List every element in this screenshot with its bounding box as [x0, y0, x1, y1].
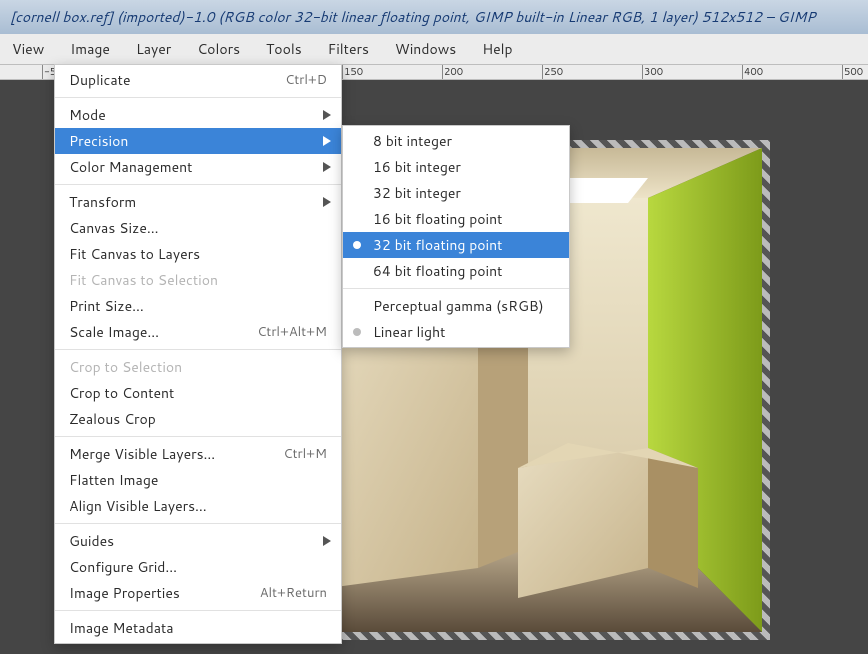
menu-crop-selection: Crop to Selection — [55, 354, 341, 380]
menu-print-size[interactable]: Print Size… — [55, 293, 341, 319]
menu-item-label: Zealous Crop — [69, 409, 327, 429]
radio-selected-icon — [353, 328, 361, 336]
submenu-arrow-icon — [323, 531, 331, 551]
menu-color-management[interactable]: Color Management — [55, 154, 341, 180]
menu-item-label: 8 bit integer — [373, 131, 555, 151]
menu-item-label: Crop to Selection — [69, 357, 327, 377]
ruler-tick-label: 300 — [644, 65, 663, 79]
menu-separator — [55, 97, 341, 98]
menu-accel: Ctrl+D — [285, 71, 327, 89]
menu-accel: Ctrl+M — [283, 445, 327, 463]
precision-perceptual[interactable]: Perceptual gamma (sRGB) — [343, 293, 569, 319]
submenu-arrow-icon — [323, 192, 331, 212]
menu-filters[interactable]: Filters — [322, 35, 375, 63]
ruler-tick-label: 200 — [444, 65, 463, 79]
ruler-tick-label: 150 — [344, 65, 363, 79]
ruler-tick-label: 400 — [744, 65, 763, 79]
menu-image[interactable]: Image — [64, 35, 116, 63]
menu-item-label: Mode — [69, 105, 327, 125]
menu-layer[interactable]: Layer — [130, 35, 177, 63]
precision-64-float[interactable]: 64 bit floating point — [343, 258, 569, 284]
ruler-tick-label: 250 — [544, 65, 563, 79]
submenu-arrow-icon — [323, 157, 331, 177]
menu-image-metadata[interactable]: Image Metadata — [55, 615, 341, 641]
menu-merge-visible[interactable]: Merge Visible Layers… Ctrl+M — [55, 441, 341, 467]
image-menu-popup: Duplicate Ctrl+D Mode Precision Color Ma… — [54, 64, 342, 644]
menu-item-label: Scale Image… — [69, 322, 225, 342]
menu-separator — [55, 184, 341, 185]
menu-colors[interactable]: Colors — [191, 35, 246, 63]
menu-guides[interactable]: Guides — [55, 528, 341, 554]
precision-16-int[interactable]: 16 bit integer — [343, 154, 569, 180]
menu-item-label: 64 bit floating point — [373, 261, 555, 281]
menu-windows[interactable]: Windows — [389, 35, 462, 63]
menu-item-label: Flatten Image — [69, 470, 327, 490]
ruler-tick-label: 500 — [844, 65, 863, 79]
menu-separator — [55, 610, 341, 611]
precision-linear[interactable]: Linear light — [343, 319, 569, 345]
menu-item-label: 32 bit integer — [373, 183, 555, 203]
menu-item-label: Duplicate — [69, 70, 253, 90]
menu-item-label: Linear light — [373, 322, 555, 342]
menu-view[interactable]: View — [6, 35, 50, 63]
menu-item-label: 16 bit floating point — [373, 209, 555, 229]
menu-fit-canvas-layers[interactable]: Fit Canvas to Layers — [55, 241, 341, 267]
menu-help[interactable]: Help — [476, 35, 518, 63]
menu-mode[interactable]: Mode — [55, 102, 341, 128]
menu-canvas-size[interactable]: Canvas Size… — [55, 215, 341, 241]
menu-crop-content[interactable]: Crop to Content — [55, 380, 341, 406]
precision-16-float[interactable]: 16 bit floating point — [343, 206, 569, 232]
menu-configure-grid[interactable]: Configure Grid… — [55, 554, 341, 580]
menu-precision[interactable]: Precision — [55, 128, 341, 154]
menu-item-label: Perceptual gamma (sRGB) — [373, 296, 555, 316]
menu-separator — [55, 349, 341, 350]
menu-item-label: Print Size… — [69, 296, 327, 316]
window-titlebar: [cornell box.ref] (imported)-1.0 (RGB co… — [0, 0, 868, 34]
menu-accel: Alt+Return — [260, 584, 327, 602]
menu-item-label: Merge Visible Layers… — [69, 444, 251, 464]
menu-scale-image[interactable]: Scale Image… Ctrl+Alt+M — [55, 319, 341, 345]
precision-32-int[interactable]: 32 bit integer — [343, 180, 569, 206]
menu-align-visible[interactable]: Align Visible Layers… — [55, 493, 341, 519]
radio-selected-icon — [353, 241, 361, 249]
menu-separator — [55, 436, 341, 437]
menu-item-label: Transform — [69, 192, 327, 212]
submenu-arrow-icon — [323, 105, 331, 125]
precision-32-float[interactable]: 32 bit floating point — [343, 232, 569, 258]
menu-item-label: Image Metadata — [69, 618, 327, 638]
menu-item-label: Fit Canvas to Selection — [69, 270, 327, 290]
menu-item-label: Image Properties — [69, 583, 228, 603]
precision-8-int[interactable]: 8 bit integer — [343, 128, 569, 154]
menu-accel: Ctrl+Alt+M — [257, 323, 327, 341]
menu-item-label: Crop to Content — [69, 383, 327, 403]
menu-separator — [343, 288, 569, 289]
precision-submenu: 8 bit integer 16 bit integer 32 bit inte… — [342, 125, 570, 348]
menu-fit-canvas-selection: Fit Canvas to Selection — [55, 267, 341, 293]
menu-transform[interactable]: Transform — [55, 189, 341, 215]
menu-item-label: Fit Canvas to Layers — [69, 244, 327, 264]
menu-tools[interactable]: Tools — [260, 35, 308, 63]
window-title: [cornell box.ref] (imported)-1.0 (RGB co… — [10, 7, 815, 27]
submenu-arrow-icon — [323, 131, 331, 151]
menu-item-label: 32 bit floating point — [373, 235, 555, 255]
menu-item-label: Precision — [69, 131, 327, 151]
menu-item-label: Guides — [69, 531, 327, 551]
menu-separator — [55, 523, 341, 524]
menu-flatten[interactable]: Flatten Image — [55, 467, 341, 493]
menu-item-label: Color Management — [69, 157, 327, 177]
menu-item-label: Configure Grid… — [69, 557, 327, 577]
menu-item-label: Canvas Size… — [69, 218, 327, 238]
menu-zealous-crop[interactable]: Zealous Crop — [55, 406, 341, 432]
menubar: View Image Layer Colors Tools Filters Wi… — [0, 34, 868, 64]
menu-duplicate[interactable]: Duplicate Ctrl+D — [55, 67, 341, 93]
menu-image-properties[interactable]: Image Properties Alt+Return — [55, 580, 341, 606]
menu-item-label: Align Visible Layers… — [69, 496, 327, 516]
menu-item-label: 16 bit integer — [373, 157, 555, 177]
